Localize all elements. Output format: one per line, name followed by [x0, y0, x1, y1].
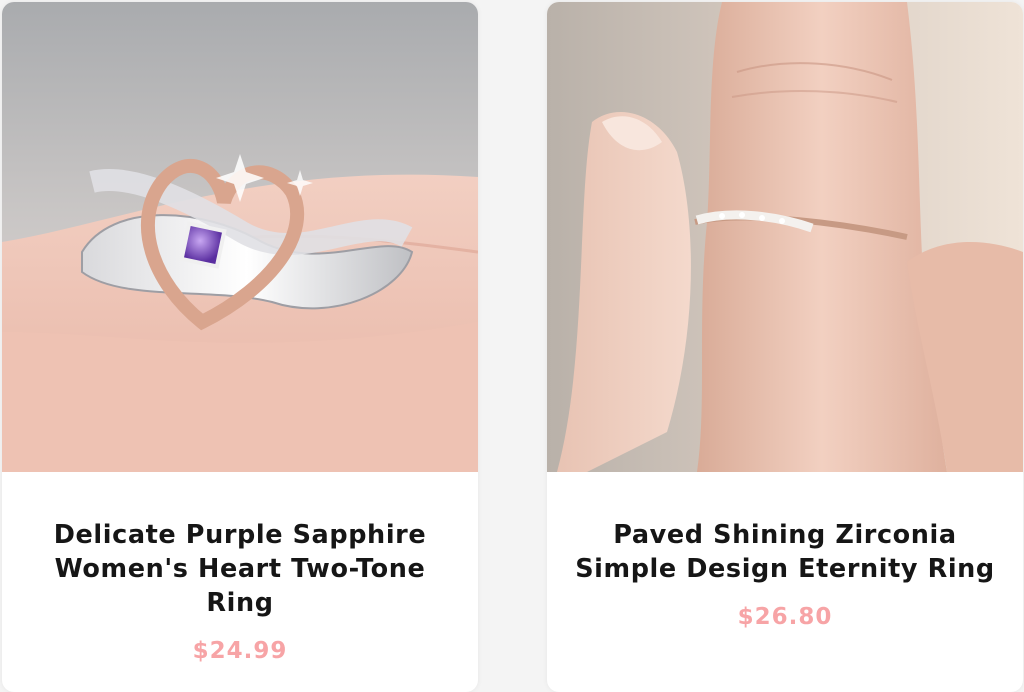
product-price: $24.99 — [192, 638, 288, 664]
product-card-heart-ring[interactable]: Delicate Purple Sapphire Women's Heart T… — [2, 2, 478, 692]
product-grid: Delicate Purple Sapphire Women's Heart T… — [0, 0, 1024, 692]
product-price: $26.80 — [737, 604, 833, 630]
product-title[interactable]: Paved Shining Zirconia Simple Design Ete… — [575, 518, 995, 586]
product-title[interactable]: Delicate Purple Sapphire Women's Heart T… — [30, 518, 450, 620]
product-card-eternity-ring[interactable]: Paved Shining Zirconia Simple Design Ete… — [547, 2, 1023, 692]
product-image-eternity-ring[interactable] — [547, 2, 1023, 472]
product-image-heart-ring[interactable] — [2, 2, 478, 472]
